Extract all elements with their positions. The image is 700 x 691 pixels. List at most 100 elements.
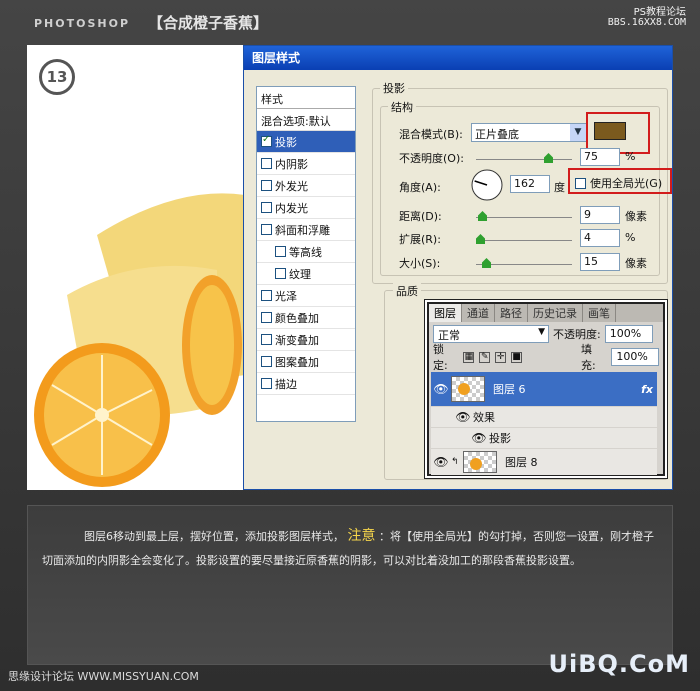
size-label: 大小(S): <box>399 257 441 270</box>
spread-input[interactable]: 4 <box>580 229 620 247</box>
checkbox-icon[interactable] <box>275 268 286 279</box>
style-item[interactable]: 图案叠加 <box>257 351 355 373</box>
lock-label: 锁定: <box>433 343 448 372</box>
blend-options-item[interactable]: 混合选项:默认 <box>257 109 355 131</box>
global-light-checkbox[interactable]: 使用全局光(G) <box>575 175 662 191</box>
site-name: PS教程论坛 <box>633 7 686 18</box>
styles-list: 样式 混合选项:默认 投影内阴影外发光内发光斜面和浮雕等高线纹理光泽颜色叠加渐变… <box>256 86 356 422</box>
checkbox-icon[interactable] <box>261 158 272 169</box>
layers-tab[interactable]: 路径 <box>495 304 528 322</box>
styles-list-header[interactable]: 样式 <box>257 87 355 109</box>
layer-thumbnail <box>463 451 497 473</box>
structure-group-label: 结构 <box>388 99 416 115</box>
checkbox-icon[interactable] <box>261 334 272 345</box>
style-item[interactable]: 斜面和浮雕 <box>257 219 355 241</box>
angle-unit: 度 <box>554 181 565 194</box>
style-item-label: 斜面和浮雕 <box>275 223 330 237</box>
checkbox-icon[interactable] <box>275 246 286 257</box>
opacity-slider[interactable] <box>476 159 572 160</box>
effects-label: 效果 <box>473 411 495 424</box>
style-item[interactable]: 内阴影 <box>257 153 355 175</box>
eye-icon[interactable]: 👁 <box>431 455 451 469</box>
blend-mode-select[interactable]: 正片叠底 ▼ <box>471 123 587 142</box>
layer-blend-mode-select[interactable]: 正常 ▼ <box>433 325 549 343</box>
lock-transparency-icon[interactable]: ▦ <box>463 351 475 363</box>
checkbox-icon <box>575 177 586 189</box>
drop-shadow-group-label: 投影 <box>380 80 408 96</box>
fill-label: 填充: <box>580 343 596 372</box>
distance-slider[interactable] <box>476 217 572 218</box>
distance-label: 距离(D): <box>399 210 442 223</box>
style-item[interactable]: 内发光 <box>257 197 355 219</box>
chevron-down-icon: ▼ <box>570 124 586 141</box>
style-item[interactable]: 投影 <box>257 131 355 153</box>
layers-tab[interactable]: 历史记录 <box>528 304 583 322</box>
style-item[interactable]: 渐变叠加 <box>257 329 355 351</box>
checkbox-icon[interactable] <box>261 202 272 213</box>
style-item-label: 投影 <box>275 135 297 149</box>
drop-shadow-effect-label: 投影 <box>489 432 511 445</box>
lock-position-icon[interactable]: ✛ <box>495 351 507 363</box>
checkbox-icon[interactable] <box>261 356 272 367</box>
link-chain-icon: ↰ <box>451 457 459 467</box>
style-item-label: 图案叠加 <box>275 355 319 369</box>
caption-text-1: 图层6移动到最上层，摆好位置，添加投影图层样式， <box>84 530 344 543</box>
caption-highlight: 注意 <box>347 528 376 544</box>
fill-input[interactable]: 100% <box>611 348 659 366</box>
quality-group-label: 品质 <box>393 283 421 299</box>
layer-opacity-label: 不透明度: <box>553 328 601 341</box>
layers-tab[interactable]: 通道 <box>462 304 495 322</box>
drop-shadow-panel: 投影 结构 混合模式(B): 正片叠底 ▼ 不透明度(O): 75 % 角度(A… <box>372 80 672 284</box>
layer-opacity-input[interactable]: 100% <box>604 325 653 343</box>
angle-dial-icon[interactable] <box>470 168 504 202</box>
checkbox-icon[interactable] <box>261 224 272 235</box>
angle-input[interactable]: 162 <box>510 175 550 193</box>
checkbox-icon[interactable] <box>261 378 272 389</box>
size-input[interactable]: 15 <box>580 253 620 271</box>
eye-icon[interactable]: 👁 <box>431 382 451 396</box>
layers-panel-tabs: 图层 通道 路径 历史记录 画笔 <box>429 304 663 322</box>
distance-input[interactable]: 9 <box>580 206 620 224</box>
header-brand: PHOTOSHOP <box>34 17 131 30</box>
style-item[interactable]: 光泽 <box>257 285 355 307</box>
style-item[interactable]: 纹理 <box>257 263 355 285</box>
layer-row-8[interactable]: 👁 ↰ 图层 8 <box>431 449 657 475</box>
style-item[interactable]: 颜色叠加 <box>257 307 355 329</box>
fx-icon[interactable]: fx <box>641 383 653 396</box>
style-item-label: 等高线 <box>289 245 322 259</box>
lock-pixels-icon[interactable]: ✎ <box>479 351 491 363</box>
distance-unit: 像素 <box>625 210 647 223</box>
layers-tab[interactable]: 画笔 <box>583 304 616 322</box>
header-title: 【合成橙子香蕉】 <box>148 14 269 32</box>
drop-shadow-effect-row[interactable]: 👁 投影 <box>431 428 657 448</box>
lock-all-icon[interactable]: ■ <box>511 351 522 363</box>
eye-icon[interactable]: 👁 <box>469 431 489 445</box>
layer-options-row: 正常 ▼ 不透明度: 100% <box>429 322 663 346</box>
footer-right-logo: UiBQ.CoM <box>548 650 690 678</box>
style-item-label: 外发光 <box>275 179 308 193</box>
page-frame: PHOTOSHOP 【合成橙子香蕉】 PS教程论坛 BBS.16XX8.COM … <box>0 0 700 691</box>
style-item[interactable]: 描边 <box>257 373 355 395</box>
effects-row[interactable]: 👁 效果 <box>431 407 657 427</box>
blend-mode-label: 混合模式(B): <box>399 128 463 141</box>
layer-row-6[interactable]: 👁 图层 6 fx <box>431 372 657 406</box>
style-item[interactable]: 外发光 <box>257 175 355 197</box>
banana-orange-photo: 13 <box>27 45 245 490</box>
layers-tab[interactable]: 图层 <box>429 304 462 322</box>
style-item[interactable]: 等高线 <box>257 241 355 263</box>
layers-panel: 图层 通道 路径 历史记录 画笔 正常 ▼ 不透明度: 100% 锁定: ▦ ✎ ✛ ■… <box>427 302 665 476</box>
checkbox-icon[interactable] <box>261 134 272 147</box>
style-item-label: 内发光 <box>275 201 308 215</box>
footer-left-credit: 思缘设计论坛 WWW.MISSYUAN.COM <box>8 670 199 683</box>
spread-label: 扩展(R): <box>399 233 441 246</box>
banana-orange-image <box>34 193 245 487</box>
checkbox-icon[interactable] <box>261 312 272 323</box>
opacity-input[interactable]: 75 <box>580 148 620 166</box>
checkbox-icon[interactable] <box>261 180 272 191</box>
style-item-label: 纹理 <box>289 267 311 281</box>
header: PHOTOSHOP 【合成橙子香蕉】 PS教程论坛 BBS.16XX8.COM <box>0 0 700 44</box>
eye-icon[interactable]: 👁 <box>453 410 473 424</box>
spread-slider[interactable] <box>476 240 572 241</box>
style-item-label: 光泽 <box>275 289 297 303</box>
checkbox-icon[interactable] <box>261 290 272 301</box>
